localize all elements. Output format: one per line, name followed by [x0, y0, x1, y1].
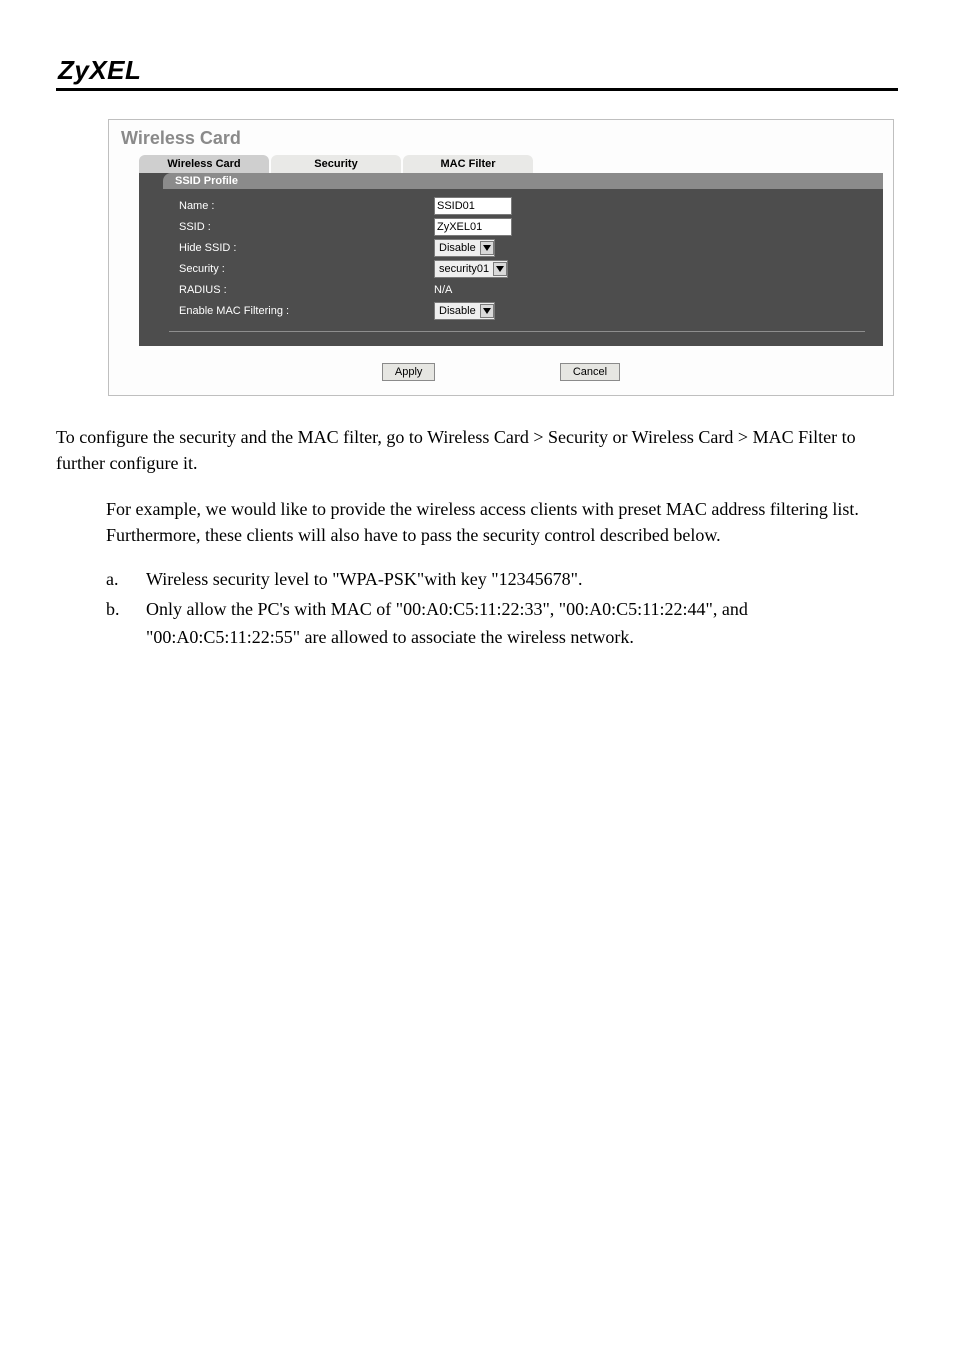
select-hide-ssid[interactable]: Disable [434, 239, 495, 257]
select-mac-filtering[interactable]: Disable [434, 302, 495, 320]
input-name[interactable] [434, 197, 512, 215]
input-ssid[interactable] [434, 218, 512, 236]
apply-button[interactable]: Apply [382, 363, 436, 381]
section-header: SSID Profile [163, 173, 883, 189]
row-name: Name : [179, 195, 883, 216]
label-radius: RADIUS : [179, 284, 434, 296]
paragraph-1-part-c: or [608, 427, 632, 447]
tab-mac-filter[interactable]: MAC Filter [403, 155, 533, 173]
label-security: Security : [179, 263, 434, 275]
value-radius: N/A [434, 284, 452, 296]
chevron-down-icon [480, 304, 494, 318]
label-name: Name : [179, 200, 434, 212]
chevron-down-icon [493, 262, 507, 276]
list-marker-a: a. [106, 566, 146, 594]
brand-logo: ZyXEL [58, 55, 898, 86]
paragraph-1: To configure the security and the MAC fi… [56, 424, 898, 476]
paragraph-1-part-b: Wireless Card > Security [427, 427, 608, 447]
paragraph-1-part-d: Wireless Card > MAC Filter [632, 427, 837, 447]
tab-wireless-card[interactable]: Wireless Card [139, 155, 269, 173]
form: Name : SSID : Hide SSID : Disable [139, 189, 883, 331]
select-security-value: security01 [439, 263, 489, 275]
cancel-button[interactable]: Cancel [560, 363, 620, 381]
row-hide-ssid: Hide SSID : Disable [179, 237, 883, 258]
divider [169, 331, 865, 332]
list-item-a: a. Wireless security level to "WPA-PSK"w… [106, 566, 898, 594]
select-security[interactable]: security01 [434, 260, 508, 278]
paragraph-2: For example, we would like to provide th… [106, 496, 898, 548]
paragraph-1-part-a: To configure the security and the MAC fi… [56, 427, 427, 447]
label-ssid: SSID : [179, 221, 434, 233]
ordered-list: a. Wireless security level to "WPA-PSK"w… [106, 566, 898, 652]
row-security: Security : security01 [179, 258, 883, 279]
list-marker-b: b. [106, 596, 146, 652]
select-mac-filtering-value: Disable [439, 305, 476, 317]
tab-bar: Wireless Card Security MAC Filter [139, 155, 883, 173]
list-text-a: Wireless security level to "WPA-PSK"with… [146, 566, 898, 594]
chevron-down-icon [480, 241, 494, 255]
panel-title: Wireless Card [121, 128, 883, 149]
list-item-b: b. Only allow the PC's with MAC of "00:A… [106, 596, 898, 652]
row-radius: RADIUS : N/A [179, 279, 883, 300]
label-mac-filtering: Enable MAC Filtering : [179, 305, 434, 317]
row-mac-filtering: Enable MAC Filtering : Disable [179, 300, 883, 321]
label-hide-ssid: Hide SSID : [179, 242, 434, 254]
brand-rule [56, 88, 898, 91]
row-ssid: SSID : [179, 216, 883, 237]
select-hide-ssid-value: Disable [439, 242, 476, 254]
tab-security[interactable]: Security [271, 155, 401, 173]
button-row: Apply Cancel [119, 362, 883, 381]
wireless-card-panel: Wireless Card Wireless Card Security MAC… [108, 119, 894, 396]
list-text-b: Only allow the PC's with MAC of "00:A0:C… [146, 596, 898, 652]
content-area: SSID Profile Name : SSID : Hide SSID : D… [139, 173, 883, 346]
